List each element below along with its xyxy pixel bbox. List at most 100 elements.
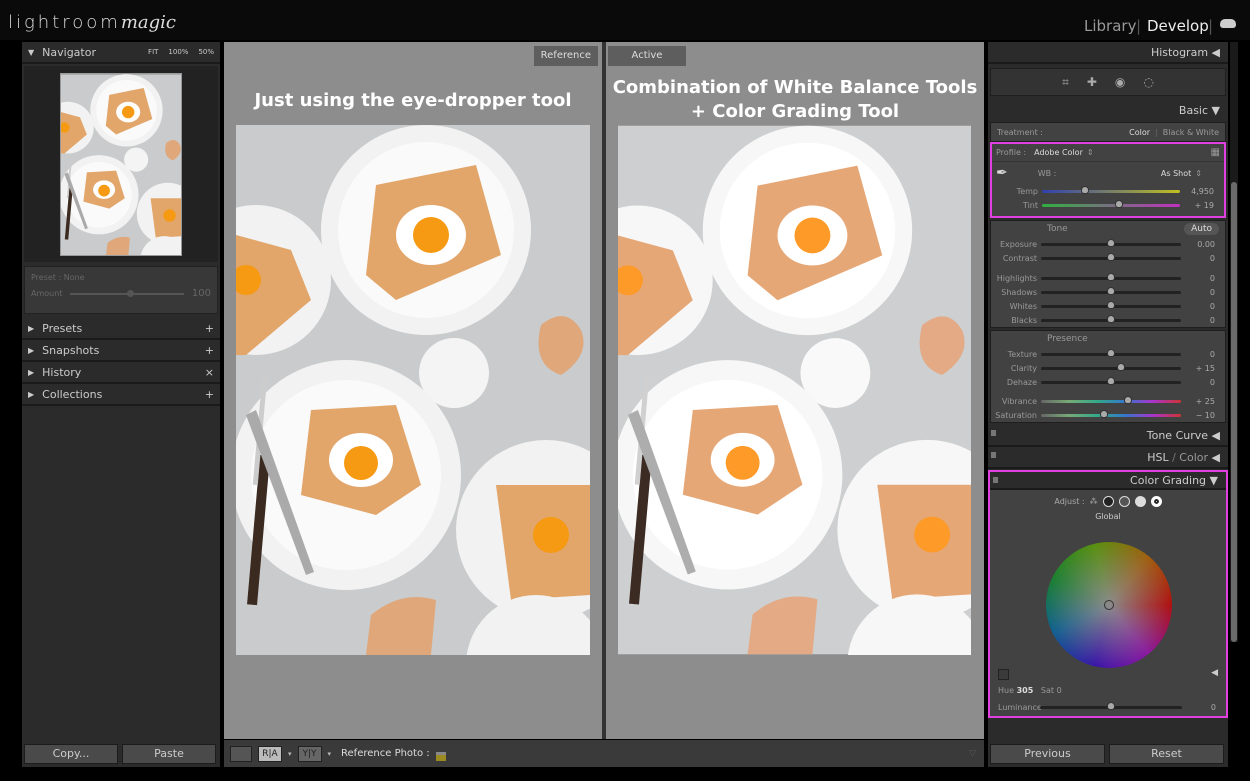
slider-value: 0 — [1209, 315, 1215, 325]
top-bar: lightroommagic Library | Develop | — [0, 0, 1250, 40]
reference-photo — [236, 125, 590, 655]
slider-value: 0.00 — [1197, 239, 1215, 249]
toolbar-menu-chevron-icon[interactable]: ▽ — [969, 749, 976, 759]
global-icon[interactable] — [1150, 495, 1162, 507]
copy-button[interactable]: Copy... — [24, 744, 118, 764]
slider-label: Whites — [1009, 301, 1037, 311]
lock-icon[interactable] — [435, 751, 446, 761]
slider-value: − 10 — [1195, 410, 1215, 420]
cloud-icon[interactable] — [1220, 19, 1236, 28]
module-library[interactable]: Library — [1084, 17, 1136, 35]
collapse-icon[interactable]: ◀ — [1211, 668, 1218, 678]
zoom-50[interactable]: 50% — [198, 48, 214, 56]
slider-tint[interactable]: Tint + 19 — [992, 198, 1224, 212]
panel-presets[interactable]: ▶ Presets + — [22, 318, 220, 340]
slider-blacks[interactable]: Blacks 0 — [991, 313, 1225, 327]
color-wheel[interactable] — [1046, 542, 1172, 668]
color-grading-header[interactable]: Color Grading ▼ — [990, 472, 1226, 490]
slider-dehaze[interactable]: Dehaze 0 — [991, 375, 1225, 389]
slider-value: 0 — [1209, 377, 1215, 387]
mask-icon[interactable]: ◌ — [1143, 75, 1153, 89]
reference-caption: Just using the eye-dropper tool — [254, 90, 572, 111]
before-after-button[interactable]: Y|Y — [297, 745, 322, 762]
reference-pane[interactable]: Reference Just using the eye-dropper too… — [224, 42, 602, 739]
active-pane[interactable]: Active Combination of White Balance Tool… — [606, 42, 984, 739]
ref-active-view-button[interactable]: R|A — [258, 745, 282, 762]
active-caption: Combination of White Balance Tools + Colo… — [612, 77, 978, 122]
hsl-header[interactable]: HSL / Color ◀ — [988, 447, 1228, 469]
wb-select[interactable]: As Shot — [1161, 169, 1191, 178]
slider-contrast[interactable]: Contrast 0 — [991, 251, 1225, 265]
basic-header[interactable]: Basic ▼ — [988, 100, 1228, 122]
slider-label: Shadows — [1001, 287, 1037, 297]
reference-photo-label: Reference Photo : — [341, 748, 430, 759]
healing-icon[interactable]: ✚ — [1087, 75, 1097, 89]
slider-temp[interactable]: Temp 4,950 — [992, 184, 1224, 198]
loupe-view-button[interactable] — [230, 745, 252, 762]
slider-saturation[interactable]: Saturation − 10 — [991, 408, 1225, 422]
previous-button[interactable]: Previous — [990, 744, 1105, 764]
navigator-header[interactable]: ▼ Navigator FIT 100% 50% — [22, 42, 220, 64]
right-panel-scrollbar[interactable] — [1230, 42, 1238, 642]
active-photo — [618, 125, 971, 655]
left-panel: ▼ Navigator FIT 100% 50% Preset : None Amou… — [22, 42, 220, 767]
panel-history[interactable]: ▶ History × — [22, 362, 220, 384]
wb-highlight-box: Profile : Adobe Color ⇕ ▦ ✒ WB : As Shot ⇕… — [990, 142, 1226, 218]
slider-clarity[interactable]: Clarity + 15 — [991, 361, 1225, 375]
slider-value: + 15 — [1195, 363, 1215, 373]
slider-label: Texture — [1007, 349, 1037, 359]
highlights-icon[interactable] — [1134, 495, 1146, 507]
compare-view: Reference Just using the eye-dropper too… — [224, 42, 984, 739]
slider-texture[interactable]: Texture 0 — [991, 347, 1225, 361]
slider-shadows[interactable]: Shadows 0 — [991, 285, 1225, 299]
panel-collections[interactable]: ▶ Collections + — [22, 384, 220, 406]
right-panel: Histogram ◀ ⌗ ✚ ◉ ◌ Basic ▼ Treatment : Col… — [988, 42, 1228, 767]
slider-label: Blacks — [1011, 315, 1037, 325]
luminance-slider[interactable]: Luminance 0 — [990, 700, 1226, 714]
paste-button[interactable]: Paste — [122, 744, 216, 764]
navigator-preview[interactable] — [24, 66, 218, 262]
slider-label: Highlights — [996, 273, 1037, 283]
reference-tag: Reference — [533, 46, 598, 66]
zoom-fit[interactable]: FIT — [148, 48, 158, 56]
zoom-100[interactable]: 100% — [168, 48, 188, 56]
treatment-bw[interactable]: Black & White — [1163, 128, 1219, 137]
slider-value: 0 — [1209, 301, 1215, 311]
slider-value: 0 — [1209, 253, 1215, 263]
module-develop[interactable]: Develop — [1147, 17, 1209, 35]
tone-curve-header[interactable]: Tone Curve ◀ — [988, 425, 1228, 447]
slider-value: + 19 — [1194, 200, 1214, 210]
crop-icon[interactable]: ⌗ — [1062, 75, 1069, 90]
eyedropper-icon[interactable]: ✒ — [996, 165, 1008, 181]
midtones-icon[interactable] — [1118, 495, 1130, 507]
wheel-handle[interactable] — [1104, 600, 1114, 610]
slider-highlights[interactable]: Highlights 0 — [991, 271, 1225, 285]
slider-vibrance[interactable]: Vibrance + 25 — [991, 394, 1225, 408]
profile-browser-icon[interactable]: ▦ — [1211, 147, 1220, 158]
slider-value: 0 — [1209, 287, 1215, 297]
profile-select[interactable]: Adobe Color — [1034, 148, 1083, 157]
amount-slider[interactable] — [70, 289, 184, 297]
red-eye-icon[interactable]: ◉ — [1115, 75, 1125, 89]
slider-label: Clarity — [1010, 363, 1037, 373]
preset-amount: Preset : None Amount 100 — [24, 266, 218, 314]
slider-value: 0 — [1209, 273, 1215, 283]
logo: lightroommagic — [8, 12, 177, 33]
slider-label: Temp — [1016, 186, 1038, 196]
toolbar: R|A ▾ Y|Y ▾ Reference Photo : ▽ — [224, 740, 984, 767]
panel-snapshots[interactable]: ▶ Snapshots + — [22, 340, 220, 362]
three-way-icon[interactable]: ⁂ — [1090, 497, 1098, 506]
histogram-header[interactable]: Histogram ◀ — [988, 42, 1228, 64]
slider-label: Vibrance — [1001, 396, 1037, 406]
treatment-color[interactable]: Color — [1129, 128, 1150, 137]
color-swatch[interactable] — [998, 669, 1009, 680]
slider-whites[interactable]: Whites 0 — [991, 299, 1225, 313]
slider-label: Tint — [1022, 200, 1038, 210]
slider-exposure[interactable]: Exposure 0.00 — [991, 237, 1225, 251]
reset-button[interactable]: Reset — [1109, 744, 1224, 764]
color-grading-panel: Color Grading ▼ Adjust : ⁂ Global ◀ Hue 3… — [988, 470, 1228, 718]
slider-label: Saturation — [995, 410, 1037, 420]
shadows-icon[interactable] — [1102, 495, 1114, 507]
slider-value: 4,950 — [1191, 186, 1214, 196]
auto-button[interactable]: Auto — [1184, 223, 1219, 235]
